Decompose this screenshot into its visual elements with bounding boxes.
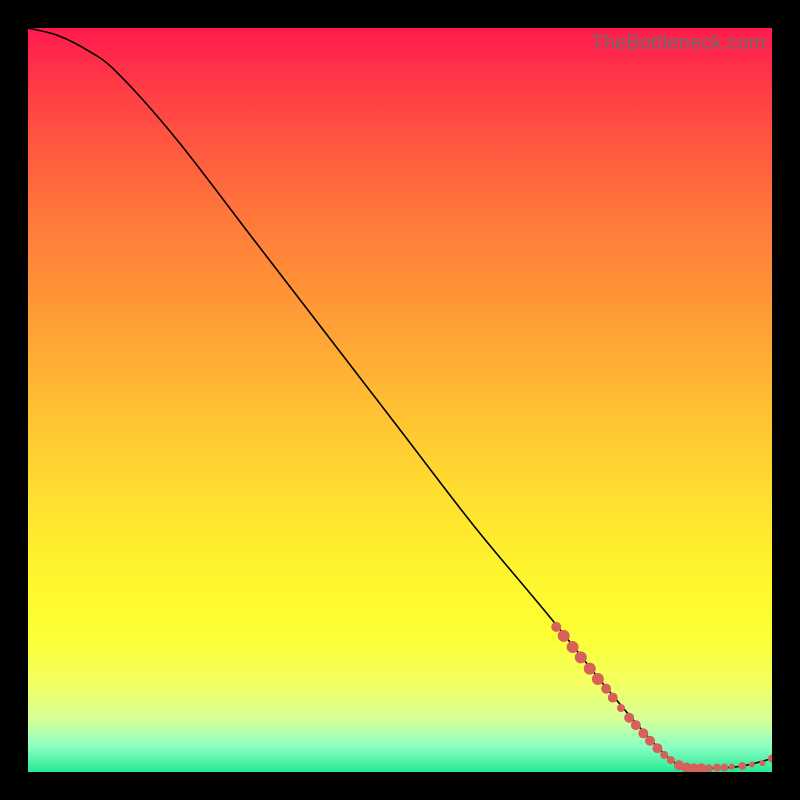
data-point <box>584 663 596 675</box>
data-point <box>617 704 625 712</box>
bottleneck-curve <box>28 28 772 769</box>
data-point <box>592 673 604 685</box>
data-point <box>652 743 662 753</box>
data-point <box>575 651 587 663</box>
data-point <box>705 764 713 772</box>
scatter-group <box>551 622 772 772</box>
chart-plot-area: TheBottleneck.com <box>28 28 772 772</box>
chart-svg <box>28 28 772 772</box>
data-point <box>729 764 735 770</box>
data-point <box>608 693 618 703</box>
data-point <box>667 756 675 764</box>
data-point <box>768 755 772 763</box>
data-point <box>749 762 755 768</box>
data-point <box>660 751 668 759</box>
data-point <box>631 720 641 730</box>
data-point <box>759 760 765 766</box>
data-point <box>624 713 634 723</box>
data-point <box>738 762 746 770</box>
data-point <box>638 728 648 738</box>
data-point <box>558 630 570 642</box>
data-point <box>720 764 728 772</box>
data-point <box>601 684 611 694</box>
data-point <box>551 622 561 632</box>
data-point <box>645 736 655 746</box>
data-point <box>567 641 579 653</box>
data-point <box>713 764 721 772</box>
